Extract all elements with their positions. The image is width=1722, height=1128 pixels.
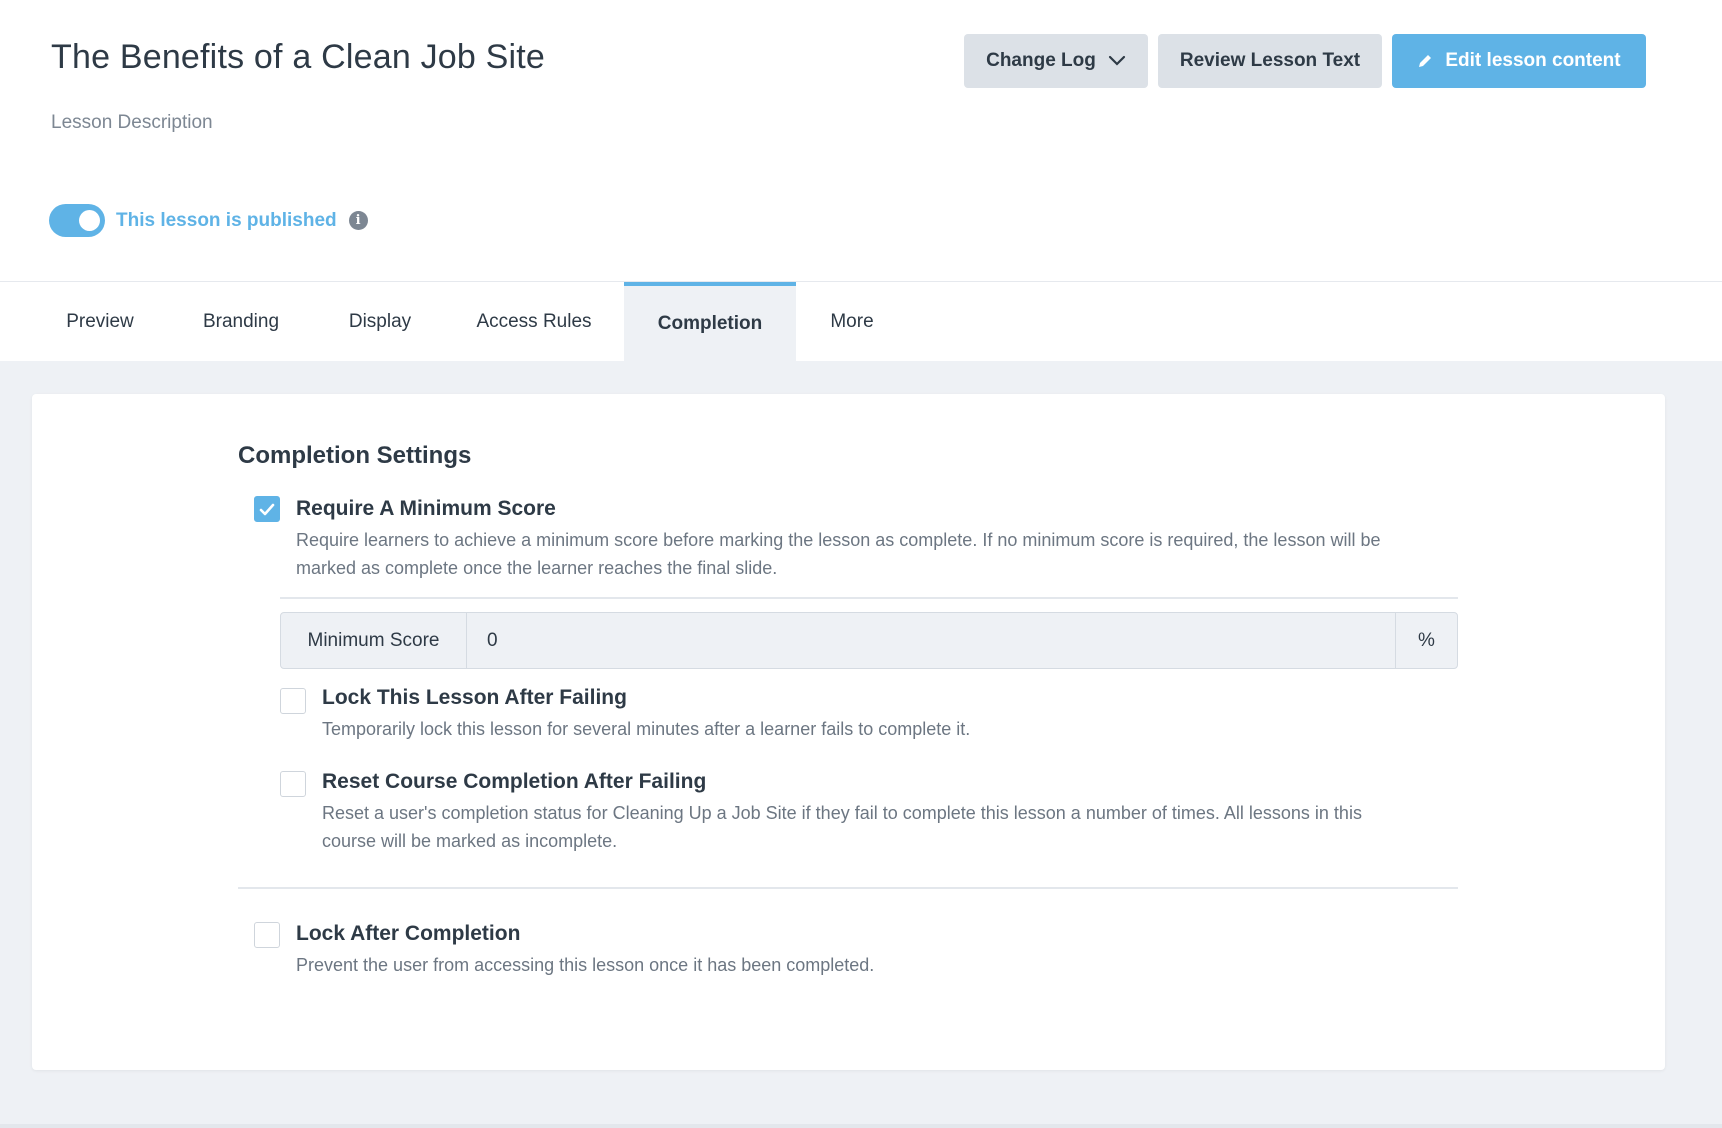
bottom-border — [0, 1124, 1722, 1128]
require-min-score-checkbox[interactable] — [254, 496, 280, 522]
require-min-score-title: Require A Minimum Score — [296, 497, 556, 520]
tab-more[interactable]: More — [808, 282, 896, 362]
reset-after-failing-title: Reset Course Completion After Failing — [322, 770, 707, 793]
review-lesson-text-label: Review Lesson Text — [1179, 50, 1361, 71]
tab-branding[interactable]: Branding — [176, 282, 306, 362]
minimum-score-input-group: Minimum Score 0 % — [280, 612, 1458, 669]
tab-display[interactable]: Display — [318, 282, 442, 362]
lock-after-completion-title: Lock After Completion — [296, 922, 521, 945]
tab-completion[interactable]: Completion — [624, 282, 796, 362]
section-title: Completion Settings — [238, 442, 472, 469]
divider — [238, 887, 1458, 889]
require-min-score-desc-line1: Require learners to achieve a minimum sc… — [296, 530, 1381, 550]
tab-access-rules[interactable]: Access Rules — [454, 282, 614, 362]
chevron-down-icon — [1108, 55, 1126, 67]
publish-toggle-label: This lesson is published — [116, 209, 337, 231]
change-log-button[interactable]: Change Log — [964, 34, 1148, 88]
reset-after-failing-checkbox[interactable] — [280, 771, 306, 797]
lock-after-failing-title: Lock This Lesson After Failing — [322, 686, 627, 709]
reset-after-failing-desc-line2: course will be marked as incomplete. — [322, 831, 618, 851]
lock-after-failing-checkbox[interactable] — [280, 688, 306, 714]
lesson-description[interactable]: Lesson Description — [51, 112, 213, 134]
minimum-score-label: Minimum Score — [281, 613, 467, 668]
edit-lesson-content-button[interactable]: Edit lesson content — [1392, 34, 1646, 88]
divider — [280, 597, 1458, 599]
minimum-score-input[interactable]: 0 — [467, 613, 1395, 668]
publish-toggle-row: This lesson is published i — [49, 204, 368, 237]
percent-suffix: % — [1395, 613, 1457, 668]
change-log-label: Change Log — [986, 50, 1096, 71]
checkmark-icon — [259, 503, 275, 515]
info-icon[interactable]: i — [348, 211, 368, 230]
lock-after-completion-checkbox[interactable] — [254, 922, 280, 948]
toggle-knob — [79, 210, 100, 231]
page-title: The Benefits of a Clean Job Site — [51, 38, 546, 76]
lock-after-completion-desc: Prevent the user from accessing this les… — [296, 955, 875, 975]
tab-bar: Preview Branding Display Access Rules Co… — [0, 281, 1722, 362]
edit-lesson-content-label: Edit lesson content — [1445, 50, 1621, 71]
publish-toggle[interactable] — [49, 204, 105, 237]
review-lesson-text-button[interactable]: Review Lesson Text — [1158, 34, 1382, 88]
tab-preview[interactable]: Preview — [36, 282, 164, 362]
lesson-header: The Benefits of a Clean Job Site Lesson … — [0, 0, 1722, 282]
pencil-icon — [1417, 53, 1433, 69]
require-min-score-desc-line2: marked as complete once the learner reac… — [296, 558, 778, 578]
reset-after-failing-desc-line1: Reset a user's completion status for Cle… — [322, 803, 1362, 823]
lock-after-failing-desc: Temporarily lock this lesson for several… — [322, 719, 971, 739]
